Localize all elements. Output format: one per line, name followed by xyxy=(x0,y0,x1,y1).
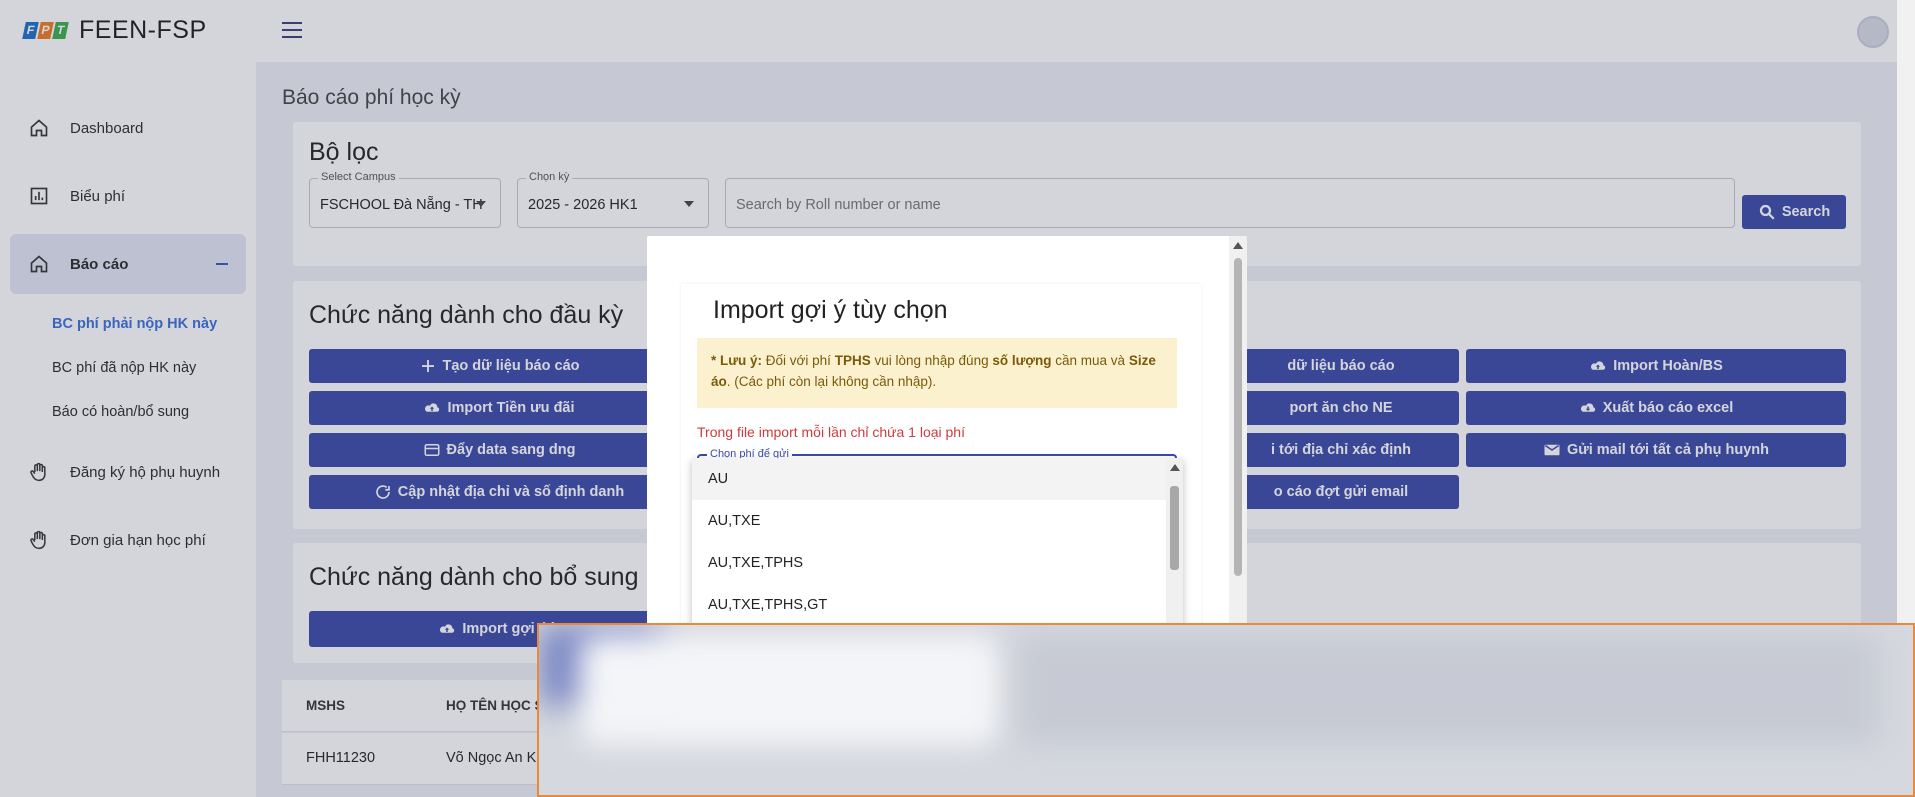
scroll-thumb[interactable] xyxy=(1170,486,1179,570)
scroll-thumb[interactable] xyxy=(1234,258,1242,576)
dropdown-option[interactable]: AU xyxy=(692,458,1183,500)
dropdown-option[interactable]: AU,TXE,TPHS xyxy=(692,542,1183,584)
scroll-up-icon[interactable] xyxy=(1170,464,1180,471)
modal-title: Import gợi ý tùy chọn xyxy=(713,296,948,324)
note-alert: * Lưu ý: Đối với phí TPHS vui lòng nhập … xyxy=(697,338,1177,408)
warning-text: Trong file import mỗi lần chỉ chứa 1 loạ… xyxy=(697,424,965,440)
dropdown-option[interactable]: AU,TXE xyxy=(692,500,1183,542)
dropdown-option[interactable]: AU,TXE,TPHS,GT xyxy=(692,584,1183,626)
redacted-region xyxy=(537,623,1915,797)
scroll-up-icon[interactable] xyxy=(1233,242,1243,249)
